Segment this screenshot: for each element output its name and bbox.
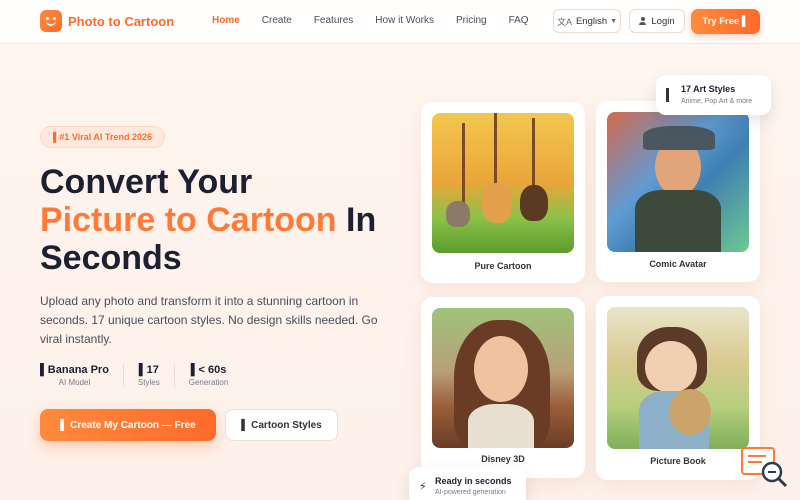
style-card-comic-avatar[interactable]: Comic Avatar: [596, 101, 760, 282]
float-title: Ready in seconds: [435, 476, 512, 486]
style-card-disney-3d[interactable]: Disney 3D: [421, 297, 585, 478]
disney-3d-image: [432, 308, 574, 448]
search-help-icon[interactable]: [740, 446, 790, 488]
hero-stats: ▌Banana Pro AI Model ▌17 Styles ▌< 60s G…: [40, 364, 256, 387]
stat-model: ▌Banana Pro AI Model: [40, 364, 124, 387]
lightning-icon: ⚡: [419, 481, 427, 493]
stat-styles: ▌17 Styles: [138, 364, 175, 387]
comic-avatar-image: [607, 112, 749, 252]
login-button[interactable]: Login: [629, 9, 685, 33]
stat-label: Generation: [188, 378, 229, 387]
stat-value: ▌Banana Pro: [40, 364, 109, 376]
smiley-logo-icon: [40, 10, 62, 32]
stat-label: AI Model: [58, 378, 91, 387]
language-label: English: [575, 15, 608, 27]
stat-label: Styles: [137, 378, 160, 387]
cartoon-styles-button[interactable]: ▌ Cartoon Styles: [225, 409, 338, 441]
trend-badge: ▌#1 Viral AI Trend 2026: [40, 126, 165, 148]
style-card-picture-book[interactable]: Picture Book: [596, 296, 760, 480]
top-nav: Photo to Cartoon Home Create Features Ho…: [0, 0, 800, 44]
stat-generation: ▌< 60s Generation: [189, 364, 243, 387]
ready-float-card: ⚡ Ready in seconds AI-powered generation: [409, 467, 526, 500]
float-subtitle: Anime, Pop Art & more: [681, 98, 753, 105]
float-title: 17 Art Styles: [681, 84, 736, 94]
nav-link-how-it-works[interactable]: How it Works: [375, 15, 434, 26]
hero-title-highlight: Picture to Cartoon: [40, 201, 337, 239]
float-subtitle: AI-powered generation: [435, 489, 506, 496]
brand-logo[interactable]: Photo to Cartoon: [40, 10, 174, 32]
nav-link-pricing[interactable]: Pricing: [456, 15, 487, 26]
language-selector[interactable]: 文A English ▼: [553, 9, 621, 33]
stat-value: ▌< 60s: [190, 364, 227, 376]
hero-title: Convert Your Picture to Cartoon In Secon…: [40, 163, 376, 277]
nav-link-home[interactable]: Home: [212, 15, 240, 26]
pure-cartoon-image: [432, 113, 574, 253]
create-cartoon-button[interactable]: ▌ Create My Cartoon — Free: [40, 409, 216, 441]
translate-icon: 文A: [556, 16, 572, 27]
hero-title-after: In: [336, 201, 377, 239]
art-styles-float-card: 17 Art Styles Anime, Pop Art & more: [656, 75, 771, 115]
page: Photo to Cartoon Home Create Features Ho…: [0, 0, 800, 500]
user-icon: [639, 17, 647, 25]
palette-icon: [666, 88, 669, 102]
card-caption: Comic Avatar: [649, 259, 707, 269]
card-caption: Pure Cartoon: [474, 261, 532, 271]
hero-title-line-2: Picture to Cartoon In: [40, 201, 376, 239]
try-free-button[interactable]: Try Free ▌: [691, 9, 760, 34]
hero-title-line-3: Seconds: [40, 239, 182, 277]
card-caption: Disney 3D: [481, 454, 525, 464]
nav-link-create[interactable]: Create: [262, 15, 292, 26]
stat-value: ▌17: [138, 364, 159, 376]
brand-name: Photo to Cartoon: [68, 13, 175, 29]
nav-link-features[interactable]: Features: [314, 15, 353, 26]
card-caption: Picture Book: [650, 456, 706, 466]
style-card-pure-cartoon[interactable]: Pure Cartoon: [421, 102, 585, 283]
chevron-down-icon: ▼: [610, 17, 618, 25]
login-label: Login: [651, 15, 675, 27]
nav-link-faq[interactable]: FAQ: [509, 15, 529, 26]
nav-links: Home Create Features How it Works Pricin…: [212, 15, 551, 26]
hero-description: Upload any photo and transform it into a…: [40, 294, 378, 346]
picture-book-image: [607, 307, 749, 449]
hero-title-line-1: Convert Your: [40, 163, 253, 201]
